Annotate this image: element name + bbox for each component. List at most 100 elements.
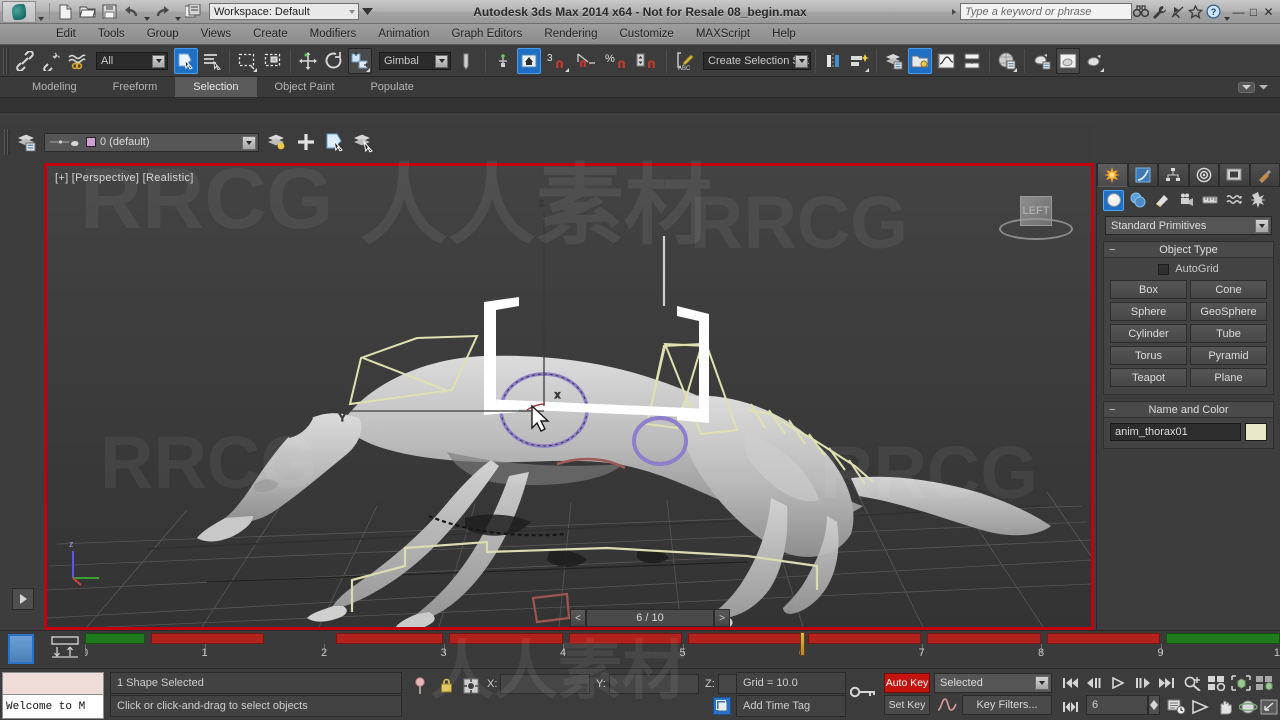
menu-item-group[interactable]: Group bbox=[136, 24, 190, 45]
key-icon[interactable] bbox=[850, 682, 876, 702]
zoom-extents-all-icon[interactable] bbox=[1230, 673, 1252, 693]
current-frame-display[interactable]: 6 / 10 bbox=[586, 609, 714, 627]
help-dropdown-icon[interactable] bbox=[1222, 1, 1231, 23]
rendered-frame-window-icon[interactable] bbox=[1056, 47, 1080, 74]
viewport-container[interactable]: z z Y x [+] [Perspective] [Realistic] LE… bbox=[44, 163, 1094, 630]
zoom-region-icon[interactable] bbox=[1206, 673, 1228, 693]
menu-item-views[interactable]: Views bbox=[190, 24, 242, 45]
select-move-icon[interactable] bbox=[296, 48, 320, 74]
bind-space-warp-icon[interactable] bbox=[65, 48, 89, 74]
schematic-view-icon[interactable] bbox=[960, 48, 984, 74]
track-bar-open-mini-curve-editor[interactable] bbox=[50, 635, 84, 665]
name-and-color-rollout-header[interactable]: − Name and Color bbox=[1103, 401, 1274, 418]
named-selection-set-combo[interactable]: Create Selection Set bbox=[703, 51, 811, 70]
pin-stack-icon[interactable] bbox=[412, 677, 428, 695]
project-folder-icon[interactable] bbox=[182, 1, 204, 23]
menu-item-edit[interactable]: Edit bbox=[45, 24, 87, 45]
maximize-button[interactable]: □ bbox=[1246, 1, 1261, 23]
previous-frame-arrow[interactable]: < bbox=[570, 609, 586, 627]
x-coordinate-field[interactable] bbox=[500, 674, 590, 694]
ribbon-tab-populate[interactable]: Populate bbox=[352, 77, 431, 97]
teapot-button[interactable]: Teapot bbox=[1110, 368, 1187, 387]
help-icon[interactable]: ? bbox=[1204, 1, 1222, 23]
add-time-tag-field[interactable]: Add Time Tag bbox=[736, 695, 846, 717]
select-object-icon[interactable] bbox=[174, 47, 198, 74]
open-file-icon[interactable] bbox=[76, 1, 98, 23]
search-expand-icon[interactable] bbox=[948, 8, 960, 15]
selection-filter-combo[interactable]: All bbox=[96, 51, 168, 70]
key-filters-button[interactable]: Key Filters... bbox=[962, 695, 1052, 715]
play-animation-icon[interactable] bbox=[1108, 673, 1128, 693]
set-key-button[interactable]: Set Key bbox=[884, 695, 930, 715]
expand-left-panel-button[interactable] bbox=[12, 588, 34, 610]
layer-set-current-icon[interactable] bbox=[352, 129, 376, 155]
key-mode-toggle-icon[interactable] bbox=[1060, 697, 1080, 717]
modify-tab[interactable] bbox=[1127, 163, 1158, 187]
plane-button[interactable]: Plane bbox=[1190, 368, 1267, 387]
cone-button[interactable]: Cone bbox=[1190, 280, 1267, 299]
menu-item-maxscript[interactable]: MAXScript bbox=[685, 24, 761, 45]
menu-item-create[interactable]: Create bbox=[242, 24, 299, 45]
geometry-icon[interactable] bbox=[1103, 189, 1124, 211]
window-crossing-icon[interactable] bbox=[261, 48, 285, 74]
maximize-viewport-toggle-icon[interactable] bbox=[1258, 697, 1280, 717]
track-key-segment[interactable] bbox=[1046, 633, 1161, 644]
close-button[interactable]: ✕ bbox=[1261, 1, 1276, 23]
parameter-curve-out-of-range-icon[interactable] bbox=[936, 695, 958, 715]
scene-explorer-icon[interactable] bbox=[908, 47, 932, 74]
systems-icon[interactable] bbox=[1247, 190, 1268, 211]
orbit-icon[interactable] bbox=[1238, 697, 1260, 717]
undo-icon[interactable] bbox=[120, 1, 142, 23]
edit-named-selection-icon[interactable]: ABC bbox=[672, 48, 698, 74]
auto-key-button[interactable]: Auto Key bbox=[884, 673, 930, 693]
next-frame-arrow[interactable]: > bbox=[714, 609, 730, 627]
material-editor-icon[interactable] bbox=[995, 48, 1019, 74]
object-name-input[interactable]: anim_thorax01 bbox=[1110, 423, 1241, 441]
lights-icon[interactable] bbox=[1151, 190, 1172, 211]
track-key-segment[interactable] bbox=[1166, 633, 1280, 644]
track-key-segment[interactable] bbox=[335, 633, 444, 644]
perspective-viewport[interactable]: z z Y x [+] [Perspective] [Realistic] LE… bbox=[47, 166, 1091, 627]
search-input[interactable]: Type a keyword or phrase bbox=[960, 3, 1132, 20]
app-logo-icon[interactable] bbox=[2, 0, 36, 23]
geosphere-button[interactable]: GeoSphere bbox=[1190, 302, 1267, 321]
minimize-button[interactable]: — bbox=[1231, 1, 1246, 23]
zoom-extents-all-selected-icon[interactable] bbox=[1254, 673, 1276, 693]
maxscript-input-line[interactable] bbox=[3, 673, 103, 695]
menu-item-modifiers[interactable]: Modifiers bbox=[299, 24, 368, 45]
track-key-segment[interactable] bbox=[85, 633, 145, 644]
rectangular-selection-region-icon[interactable] bbox=[235, 48, 259, 74]
layer-manager-icon[interactable] bbox=[882, 48, 906, 74]
redo-icon[interactable] bbox=[151, 1, 173, 23]
layer-create-icon[interactable] bbox=[265, 129, 289, 155]
rollout-collapse-icon[interactable]: − bbox=[1109, 404, 1115, 416]
app-menu-caret-icon[interactable] bbox=[36, 1, 45, 23]
maxscript-mini-listener[interactable]: Welcome to M bbox=[2, 672, 104, 719]
object-type-rollout-header[interactable]: − Object Type bbox=[1103, 241, 1274, 258]
frame-spinner-arrows[interactable] bbox=[1148, 695, 1160, 715]
layer-selector[interactable]: 0 (default) bbox=[44, 132, 259, 152]
select-scale-icon[interactable] bbox=[348, 47, 372, 74]
ribbon-tab-modeling[interactable]: Modeling bbox=[14, 77, 95, 97]
layer-toolbar-grip[interactable] bbox=[4, 129, 10, 155]
redo-dropdown-icon[interactable] bbox=[173, 1, 182, 23]
rollout-collapse-icon[interactable]: − bbox=[1109, 244, 1115, 256]
time-slider-playhead[interactable] bbox=[800, 632, 805, 656]
go-to-start-icon[interactable] bbox=[1060, 673, 1080, 693]
field-of-view-icon[interactable] bbox=[1190, 697, 1212, 717]
pyramid-button[interactable]: Pyramid bbox=[1190, 346, 1267, 365]
select-by-name-icon[interactable] bbox=[200, 48, 224, 74]
use-pivot-center-icon[interactable] bbox=[456, 48, 480, 74]
time-slider[interactable]: < 6 / 10 > bbox=[570, 608, 730, 628]
mirror-icon[interactable] bbox=[821, 48, 845, 74]
track-key-segment[interactable] bbox=[927, 633, 1041, 644]
motion-tab[interactable] bbox=[1188, 163, 1219, 187]
go-to-end-icon[interactable] bbox=[1156, 673, 1176, 693]
ribbon-dropdown-icon[interactable] bbox=[1259, 81, 1268, 93]
snaps-toggle-icon[interactable] bbox=[517, 47, 541, 74]
track-key-segment[interactable] bbox=[150, 633, 265, 644]
time-tag-icon[interactable] bbox=[713, 697, 731, 715]
workspace-dropdown-icon[interactable] bbox=[359, 1, 375, 23]
shapes-icon[interactable] bbox=[1127, 190, 1148, 211]
percent-snap-icon[interactable]: % bbox=[603, 48, 631, 74]
